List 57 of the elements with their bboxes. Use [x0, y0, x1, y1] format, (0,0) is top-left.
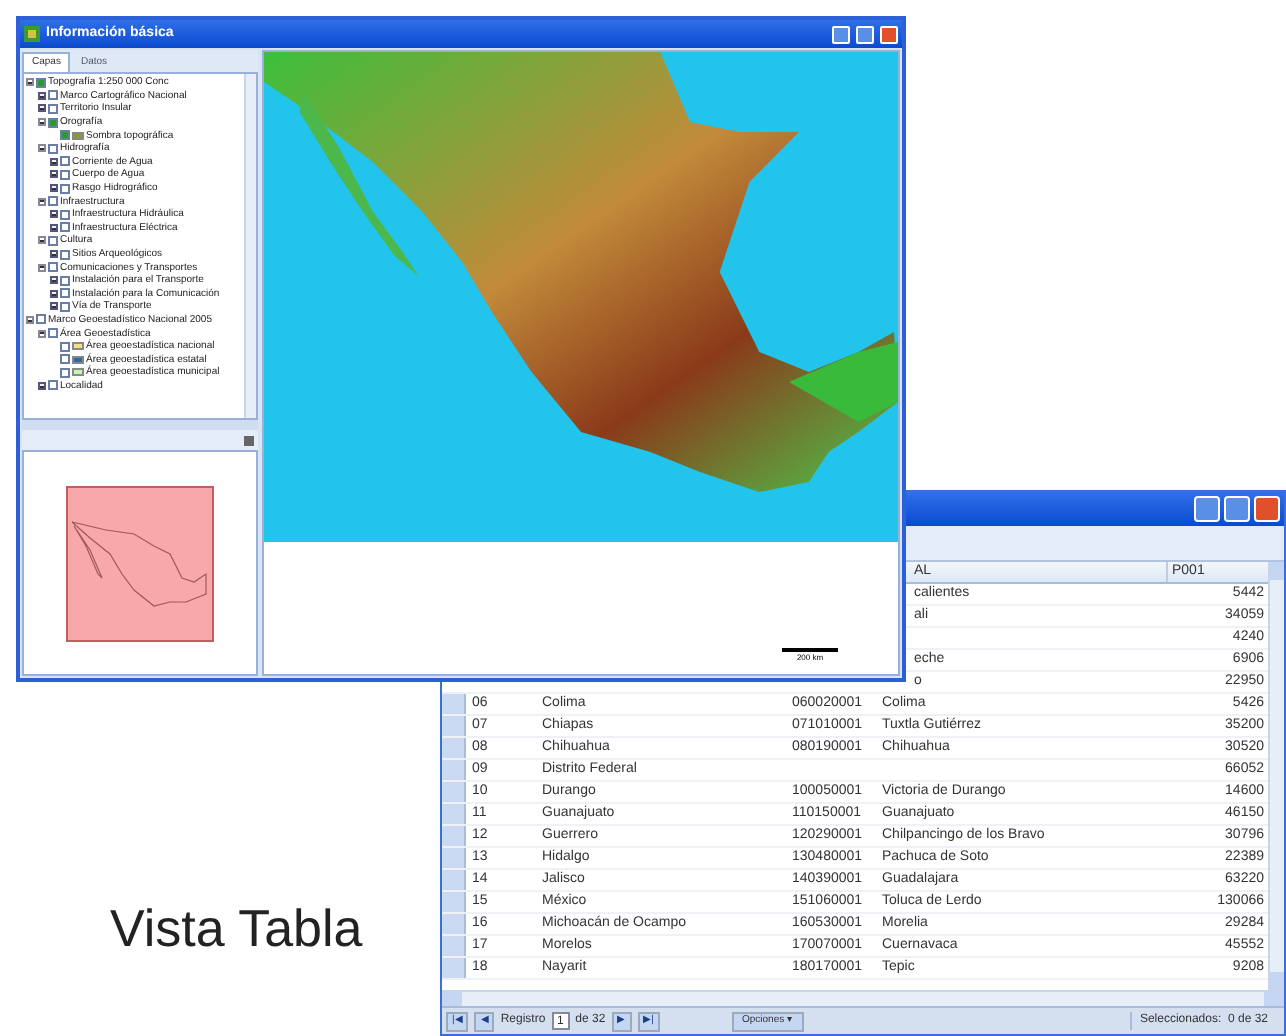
checkbox[interactable]	[48, 328, 58, 339]
close-button[interactable]	[1254, 496, 1280, 522]
expander-icon[interactable]	[38, 197, 46, 206]
checkbox[interactable]	[48, 196, 58, 207]
checkbox[interactable]	[60, 222, 70, 233]
expander-icon[interactable]	[26, 315, 34, 324]
checkbox[interactable]	[60, 130, 70, 141]
expander-icon[interactable]	[50, 250, 58, 259]
expander-icon[interactable]	[50, 302, 58, 311]
checkbox[interactable]	[60, 341, 70, 352]
expander-icon[interactable]	[38, 91, 46, 100]
checkbox[interactable]	[48, 262, 58, 273]
expander-icon[interactable]	[50, 170, 58, 179]
expander-icon[interactable]	[26, 78, 34, 87]
checkbox[interactable]	[60, 249, 70, 260]
expander-icon[interactable]	[50, 289, 58, 298]
expander-icon[interactable]	[50, 276, 58, 285]
checkbox[interactable]	[60, 301, 70, 312]
minimize-button[interactable]	[1194, 496, 1220, 522]
expander-icon[interactable]	[38, 329, 46, 338]
expander-icon[interactable]	[38, 236, 46, 245]
expander-icon[interactable]	[50, 223, 58, 232]
scale-bar	[782, 648, 838, 652]
checkbox[interactable]	[48, 117, 58, 128]
close-button[interactable]	[880, 25, 898, 43]
checkbox[interactable]	[60, 169, 70, 180]
checkbox[interactable]	[48, 143, 58, 154]
checkbox[interactable]	[60, 275, 70, 286]
maximize-button[interactable]	[856, 25, 874, 43]
expander-icon[interactable]	[38, 263, 46, 272]
minimize-button[interactable]	[832, 25, 850, 43]
maximize-button[interactable]	[1224, 496, 1250, 522]
expander-icon[interactable]	[50, 184, 58, 193]
checkbox[interactable]	[48, 380, 58, 391]
checkbox[interactable]	[60, 183, 70, 194]
vertical-scrollbar[interactable]	[1268, 562, 1284, 990]
checkbox[interactable]	[48, 235, 58, 246]
expander-icon[interactable]	[38, 144, 46, 153]
checkbox[interactable]	[60, 367, 70, 378]
checkbox[interactable]	[36, 314, 46, 325]
expander-icon[interactable]	[50, 210, 58, 219]
checkbox[interactable]	[36, 77, 46, 88]
vertical-scrollbar[interactable]	[244, 74, 256, 418]
window-icon	[24, 26, 40, 42]
horizontal-scrollbar[interactable]	[442, 990, 1284, 1006]
collapse-button[interactable]	[244, 435, 254, 445]
checkbox[interactable]	[60, 156, 70, 167]
checkbox[interactable]	[60, 288, 70, 299]
checkbox[interactable]	[48, 90, 58, 101]
checkbox[interactable]	[48, 103, 58, 114]
expander-icon[interactable]	[38, 381, 46, 390]
expander-icon[interactable]	[50, 157, 58, 166]
checkbox[interactable]	[60, 354, 70, 365]
caption: Vista Tabla	[110, 896, 363, 962]
expander-icon[interactable]	[38, 104, 46, 113]
checkbox[interactable]	[60, 209, 70, 220]
expander-icon[interactable]	[38, 118, 46, 127]
